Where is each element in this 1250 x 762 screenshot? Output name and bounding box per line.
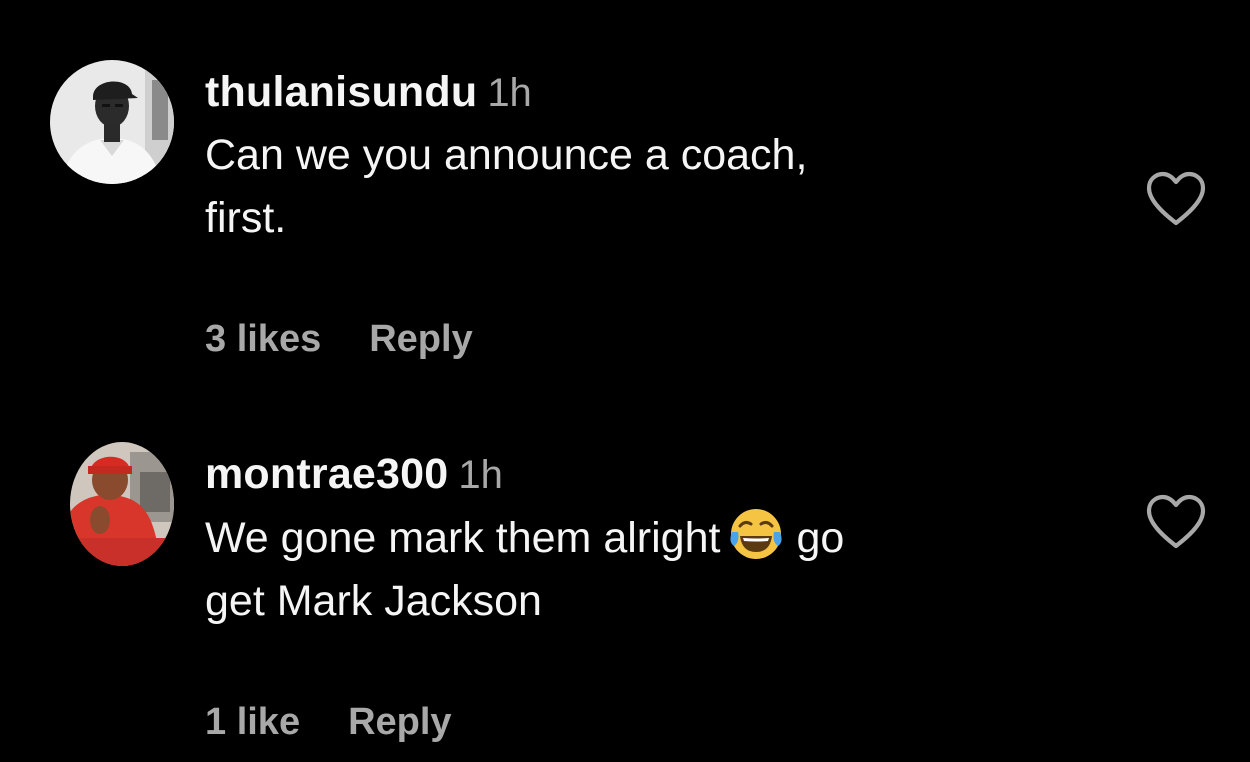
heart-outline-icon bbox=[1146, 494, 1206, 549]
comment-actions: 3 likes Reply bbox=[205, 318, 1105, 361]
avatar[interactable] bbox=[50, 60, 174, 184]
reply-button[interactable]: Reply bbox=[348, 701, 451, 743]
comment-text-line: We gone mark them alright go bbox=[205, 506, 1105, 570]
comment-text-segment: go bbox=[796, 514, 845, 562]
timestamp[interactable]: 1h bbox=[487, 71, 532, 115]
reply-button[interactable]: Reply bbox=[369, 318, 472, 360]
like-button[interactable] bbox=[1145, 494, 1207, 550]
comment-text-segment: We gone mark them alright bbox=[205, 514, 721, 562]
comment-text-line: get Mark Jackson bbox=[205, 577, 542, 625]
like-button[interactable] bbox=[1145, 171, 1207, 227]
likes-count[interactable]: 3 likes bbox=[205, 318, 321, 360]
comment-header: montrae300 1h bbox=[205, 440, 1105, 508]
username[interactable]: montrae300 bbox=[205, 450, 448, 498]
comment-text: We gone mark them alright go get Mark Ja… bbox=[205, 506, 1105, 633]
comment-text: Can we you announce a coach, first. bbox=[205, 124, 1105, 250]
comment-text-line: first. bbox=[205, 194, 287, 242]
username[interactable]: thulanisundu bbox=[205, 68, 477, 116]
comment-header: thulanisundu 1h bbox=[205, 58, 1105, 126]
avatar-photo bbox=[70, 442, 174, 566]
comment-text-line: Can we you announce a coach, bbox=[205, 131, 808, 179]
avatar[interactable] bbox=[70, 442, 174, 566]
comment-actions: 1 like Reply bbox=[205, 701, 1105, 744]
face-with-tears-of-joy-icon bbox=[728, 506, 784, 562]
heart-outline-icon bbox=[1146, 171, 1206, 226]
comment-body: montrae300 1h We gone mark them alright g… bbox=[205, 440, 1105, 744]
comment-body: thulanisundu 1h Can we you announce a coa… bbox=[205, 58, 1105, 361]
likes-count[interactable]: 1 like bbox=[205, 701, 300, 743]
timestamp[interactable]: 1h bbox=[458, 453, 503, 497]
avatar-photo bbox=[50, 60, 174, 184]
